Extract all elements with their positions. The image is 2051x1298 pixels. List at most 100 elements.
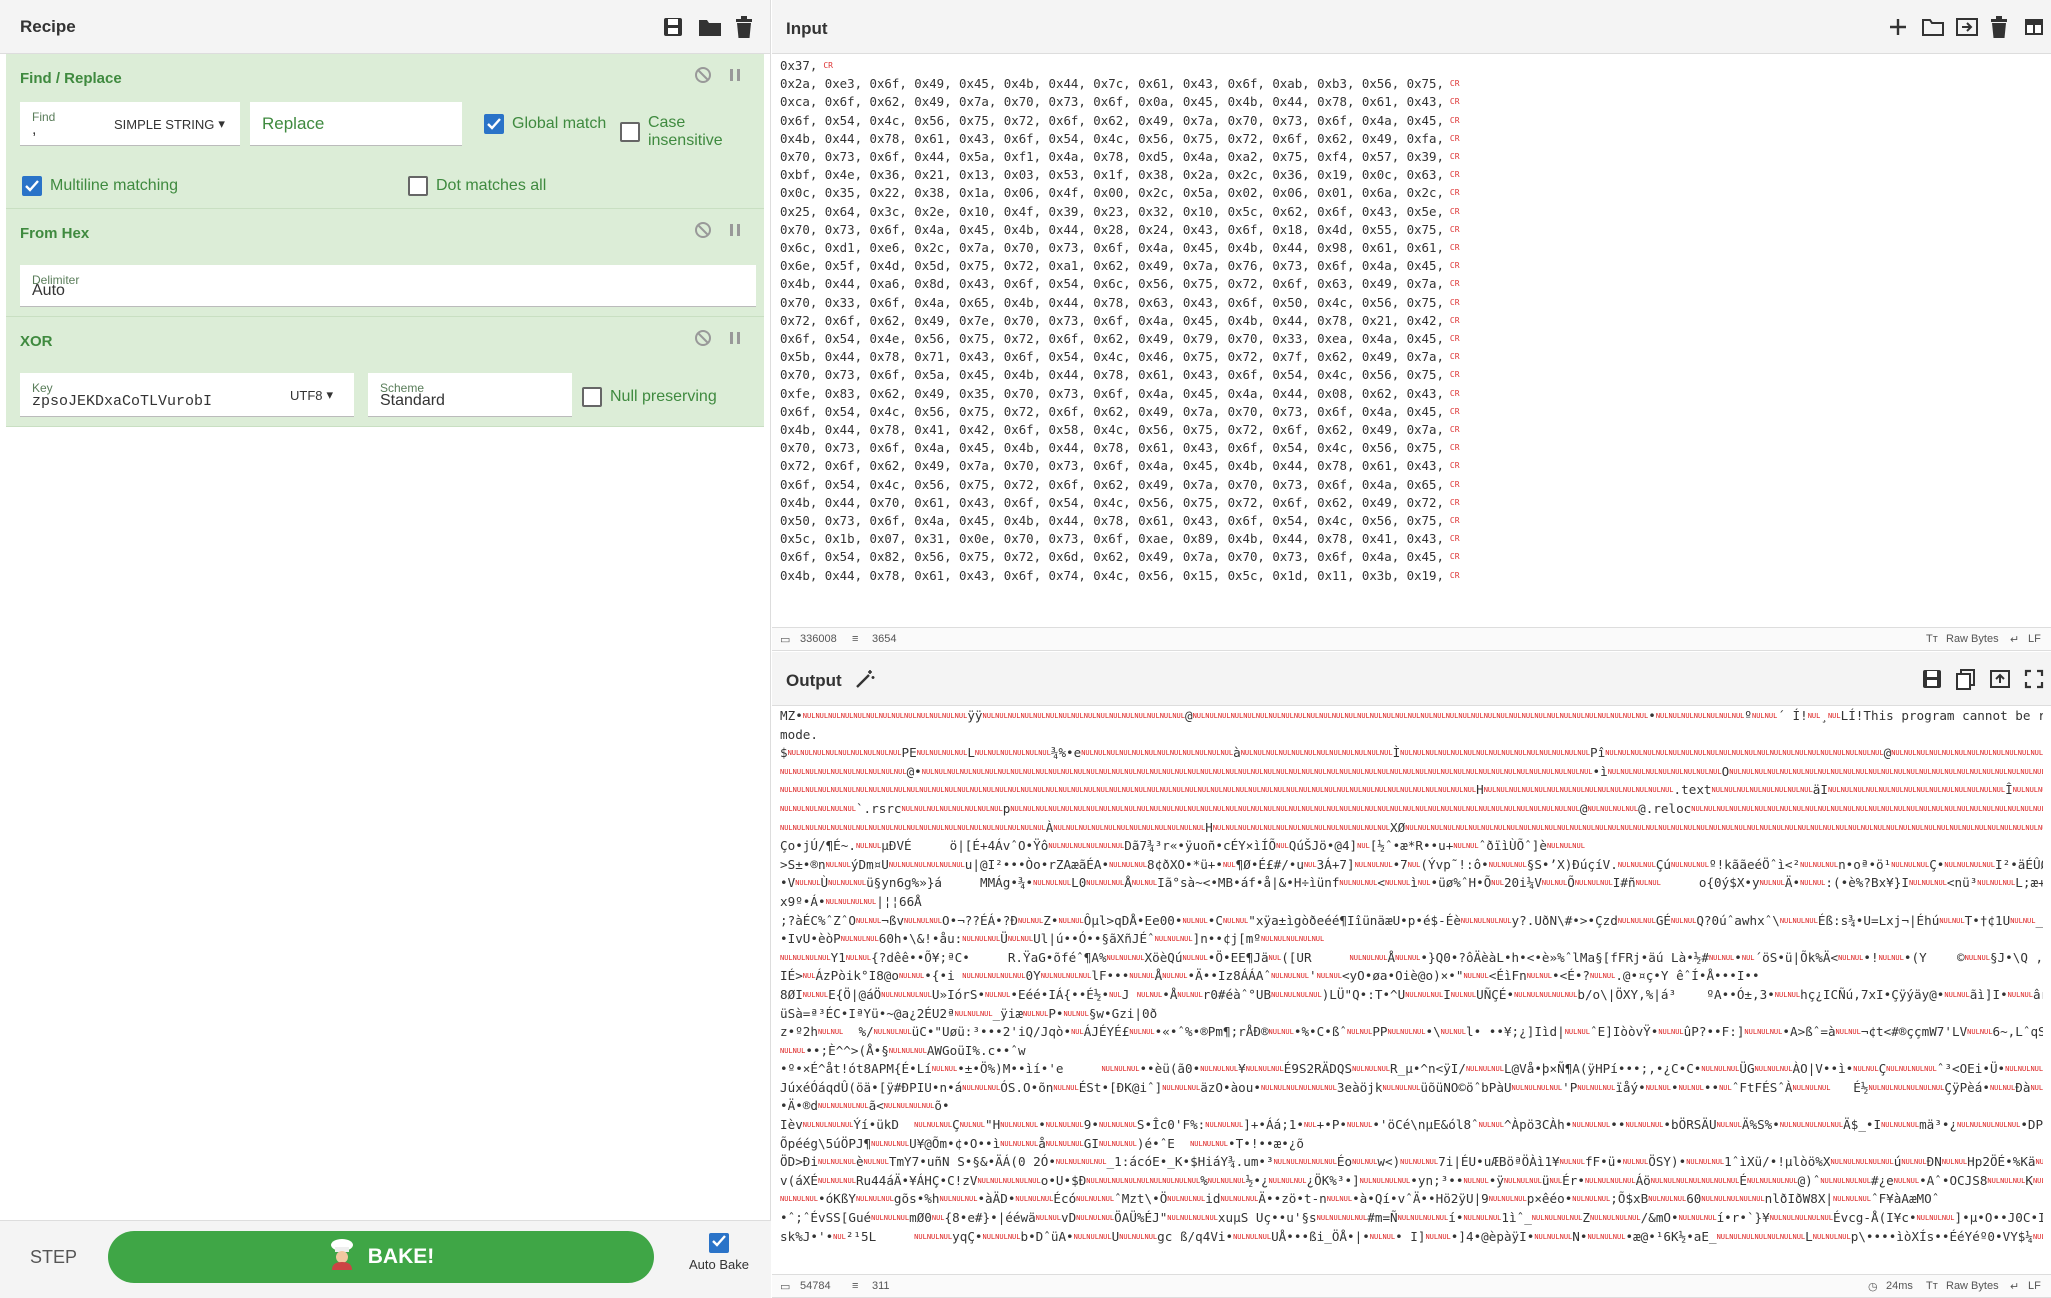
input-line-text: 0x72, 0x6f, 0x62, 0x49, 0x7e, 0x70, 0x73… bbox=[780, 312, 1444, 328]
input-encoding[interactable]: Raw Bytes bbox=[1946, 633, 1999, 645]
open-input-icon[interactable] bbox=[1955, 16, 1978, 38]
output-title: Output bbox=[786, 671, 842, 690]
step-button[interactable]: STEP bbox=[30, 1247, 77, 1268]
load-recipe-icon[interactable] bbox=[698, 16, 721, 38]
output-line: >S±•®nNULNULýDm¤UNULNULNULNULNULNULu|@I²… bbox=[780, 856, 2043, 872]
case-insensitive-label: Case insensitive bbox=[647, 114, 723, 149]
output-line: IÉ>NULÁzPòik°I8@oNULNUL•{•i NULNULNULNUL… bbox=[780, 968, 1760, 984]
disable-op-icon[interactable] bbox=[694, 221, 712, 239]
input-line: 0x0c, 0x35, 0x22, 0x38, 0x1a, 0x06, 0x4f… bbox=[780, 184, 2043, 202]
breakpoint-icon[interactable] bbox=[726, 221, 744, 239]
xor-key-field[interactable]: Key zpsoJEKDxaCoTLVurobI bbox=[20, 373, 278, 417]
eol-icon[interactable]: ↵ bbox=[2010, 1280, 2019, 1293]
carriage-return-marker: CR bbox=[1449, 352, 1460, 362]
maximise-icon[interactable] bbox=[2023, 668, 2045, 690]
save-output-icon[interactable] bbox=[1921, 668, 1943, 690]
input-line: 0x6f, 0x54, 0x4c, 0x56, 0x75, 0x72, 0x6f… bbox=[780, 403, 2043, 421]
output-line: Ço•jÚ/¶É~.NULNULµÐVÉ ö|[É+4ÁvˆO•ŸôNULNUL… bbox=[780, 838, 1585, 854]
open-file-icon[interactable] bbox=[1921, 16, 1944, 38]
carriage-return-marker: CR bbox=[823, 61, 833, 70]
carriage-return-marker: CR bbox=[1449, 516, 1460, 526]
save-recipe-icon[interactable] bbox=[662, 16, 684, 38]
disable-op-icon[interactable] bbox=[694, 329, 712, 347]
bake-button[interactable]: BAKE! bbox=[108, 1231, 654, 1283]
carriage-return-marker: CR bbox=[1449, 334, 1460, 344]
input-line-text: 0x70, 0x73, 0x6f, 0x4a, 0x45, 0x4b, 0x44… bbox=[780, 221, 1444, 237]
reset-layout-icon[interactable] bbox=[2023, 16, 2045, 38]
text-format-icon[interactable]: Tт bbox=[1926, 633, 1938, 645]
replace-field[interactable]: Replace bbox=[250, 102, 462, 146]
replace-input-icon[interactable] bbox=[1989, 668, 2011, 690]
null-preserving-checkbox[interactable]: Null preserving bbox=[582, 387, 717, 407]
breakpoint-icon[interactable] bbox=[726, 329, 744, 347]
output-line: mode. bbox=[780, 726, 818, 742]
copy-output-icon[interactable] bbox=[1955, 668, 1977, 690]
multiline-label: Multiline matching bbox=[50, 177, 179, 194]
input-textarea[interactable]: 0x37, CR 0x2a, 0xe3, 0x6f, 0x49, 0x45, 0x4… bbox=[772, 55, 2051, 623]
key-encoding-value: UTF8 bbox=[290, 387, 323, 403]
find-field[interactable]: Find , bbox=[20, 102, 98, 146]
input-line-text: 0x6c, 0xd1, 0xe6, 0x2c, 0x7a, 0x70, 0x73… bbox=[780, 240, 1444, 256]
recipe-title: Recipe bbox=[20, 16, 76, 36]
output-line: •º•×É^åt!ót8APM{É•LíNULNUL•±•Ö%)M••ìí•'e… bbox=[780, 1061, 2043, 1077]
input-line: 0x25, 0x64, 0x3c, 0x2e, 0x10, 0x4f, 0x39… bbox=[780, 203, 2043, 221]
clear-recipe-icon[interactable] bbox=[734, 16, 756, 38]
clear-input-icon[interactable] bbox=[1989, 16, 2011, 38]
input-line: 0xfe, 0x83, 0x62, 0x49, 0x35, 0x70, 0x73… bbox=[780, 385, 2043, 403]
input-line: 0x70, 0x73, 0x6f, 0x4a, 0x45, 0x4b, 0x44… bbox=[780, 221, 2043, 239]
carriage-return-marker: CR bbox=[1449, 534, 1460, 544]
input-line-text: 0x4b, 0x44, 0x78, 0x41, 0x42, 0x6f, 0x58… bbox=[780, 422, 1444, 438]
output-line: ÖD>ÐiNULNULNULèNULNULTmY7•uñN S•§&•ÄÁ(0 … bbox=[780, 1154, 2043, 1170]
global-match-checkbox[interactable]: Global match bbox=[484, 114, 606, 134]
carriage-return-marker: CR bbox=[1449, 188, 1460, 198]
input-eol[interactable]: LF bbox=[2028, 633, 2041, 645]
output-encoding[interactable]: Raw Bytes bbox=[1946, 1280, 1999, 1292]
output-line: NULNUL••;È^^>(Å•§NULNULNULAWGoüI%.c••ˆw bbox=[780, 1042, 1026, 1058]
input-line: 0xbf, 0x4e, 0x36, 0x21, 0x13, 0x03, 0x53… bbox=[780, 166, 2043, 184]
input-line-text: 0x70, 0x73, 0x6f, 0x44, 0x5a, 0xf1, 0x4a… bbox=[780, 149, 1444, 165]
dot-matches-label: Dot matches all bbox=[436, 177, 547, 194]
input-line: 0x6c, 0xd1, 0xe6, 0x2c, 0x7a, 0x70, 0x73… bbox=[780, 239, 2043, 257]
dot-matches-all-checkbox[interactable]: Dot matches all bbox=[408, 176, 546, 196]
disable-op-icon[interactable] bbox=[694, 66, 712, 84]
input-line: 0x4b, 0x44, 0xa6, 0x8d, 0x43, 0x6f, 0x54… bbox=[780, 275, 2043, 293]
length-icon: ▭ bbox=[780, 634, 791, 646]
recipe-panel: Recipe Find / Replace Find , SIMPLE STRI… bbox=[0, 0, 771, 1298]
output-line-count: 311 bbox=[872, 1280, 890, 1292]
input-line-text: 0x72, 0x6f, 0x62, 0x49, 0x7a, 0x70, 0x73… bbox=[780, 458, 1444, 474]
op-xor: XOR Key zpsoJEKDxaCoTLVurobI UTF8 ▾ Sche… bbox=[6, 317, 764, 427]
xor-key-value: zpsoJEKDxaCoTLVurobI bbox=[32, 393, 213, 410]
auto-bake-checkbox[interactable]: Auto Bake bbox=[684, 1233, 754, 1272]
input-line-text: 0x0c, 0x35, 0x22, 0x38, 0x1a, 0x06, 0x4f… bbox=[780, 185, 1444, 201]
global-match-label: Global match bbox=[512, 115, 607, 132]
length-icon: ▭ bbox=[780, 1281, 791, 1293]
carriage-return-marker: CR bbox=[1449, 279, 1460, 289]
lines-icon: ≡ bbox=[852, 633, 859, 645]
input-line: 0x70, 0x73, 0x6f, 0x4a, 0x45, 0x4b, 0x44… bbox=[780, 439, 2043, 457]
op-from-hex: From Hex Delimiter Auto bbox=[6, 209, 764, 317]
caret-down-icon: ▾ bbox=[326, 387, 334, 402]
eol-icon[interactable]: ↵ bbox=[2010, 633, 2019, 646]
breakpoint-icon[interactable] bbox=[726, 66, 744, 84]
output-line: 8ØINULNULE{Ö|@áÖNULNULNULNULU»IórS•NULNU… bbox=[780, 986, 2043, 1002]
key-encoding-dropdown[interactable]: UTF8 ▾ bbox=[278, 373, 354, 417]
input-line-text: 0x5c, 0x1b, 0x07, 0x31, 0x0e, 0x70, 0x73… bbox=[780, 531, 1444, 547]
scheme-field[interactable]: Scheme Standard bbox=[368, 373, 572, 417]
add-tab-icon[interactable] bbox=[1887, 16, 1909, 38]
carriage-return-marker: CR bbox=[1449, 479, 1460, 489]
output-line: •IvU•èòPNULNULNUL60h•\&!•åu:NULNULNULÜNU… bbox=[780, 931, 1325, 947]
input-line-text: 0xca, 0x6f, 0x62, 0x49, 0x7a, 0x70, 0x73… bbox=[780, 94, 1444, 110]
delimiter-field[interactable]: Delimiter Auto bbox=[20, 265, 756, 307]
carriage-return-marker: CR bbox=[1449, 443, 1460, 453]
input-line: 0x50, 0x73, 0x6f, 0x4a, 0x45, 0x4b, 0x44… bbox=[780, 512, 2043, 530]
magic-wand-icon[interactable] bbox=[854, 668, 876, 695]
input-line: 0x70, 0x73, 0x6f, 0x5a, 0x45, 0x4b, 0x44… bbox=[780, 366, 2043, 384]
multiline-checkbox[interactable]: Multiline matching bbox=[22, 176, 178, 196]
case-insensitive-checkbox[interactable]: Case insensitive bbox=[620, 114, 764, 150]
output-textarea[interactable]: MZ•NULNULNULNULNULNULNULNULNULNULNULNULN… bbox=[772, 707, 2051, 1278]
auto-bake-label: Auto Bake bbox=[689, 1257, 749, 1272]
output-line: z•º2hNULNUL %/NULNULNULüC•"Uøü:³•••2'iQ/… bbox=[780, 1024, 2043, 1040]
find-type-dropdown[interactable]: SIMPLE STRING ▾ bbox=[98, 102, 240, 146]
output-eol[interactable]: LF bbox=[2028, 1280, 2041, 1292]
text-format-icon[interactable]: Tт bbox=[1926, 1280, 1938, 1292]
